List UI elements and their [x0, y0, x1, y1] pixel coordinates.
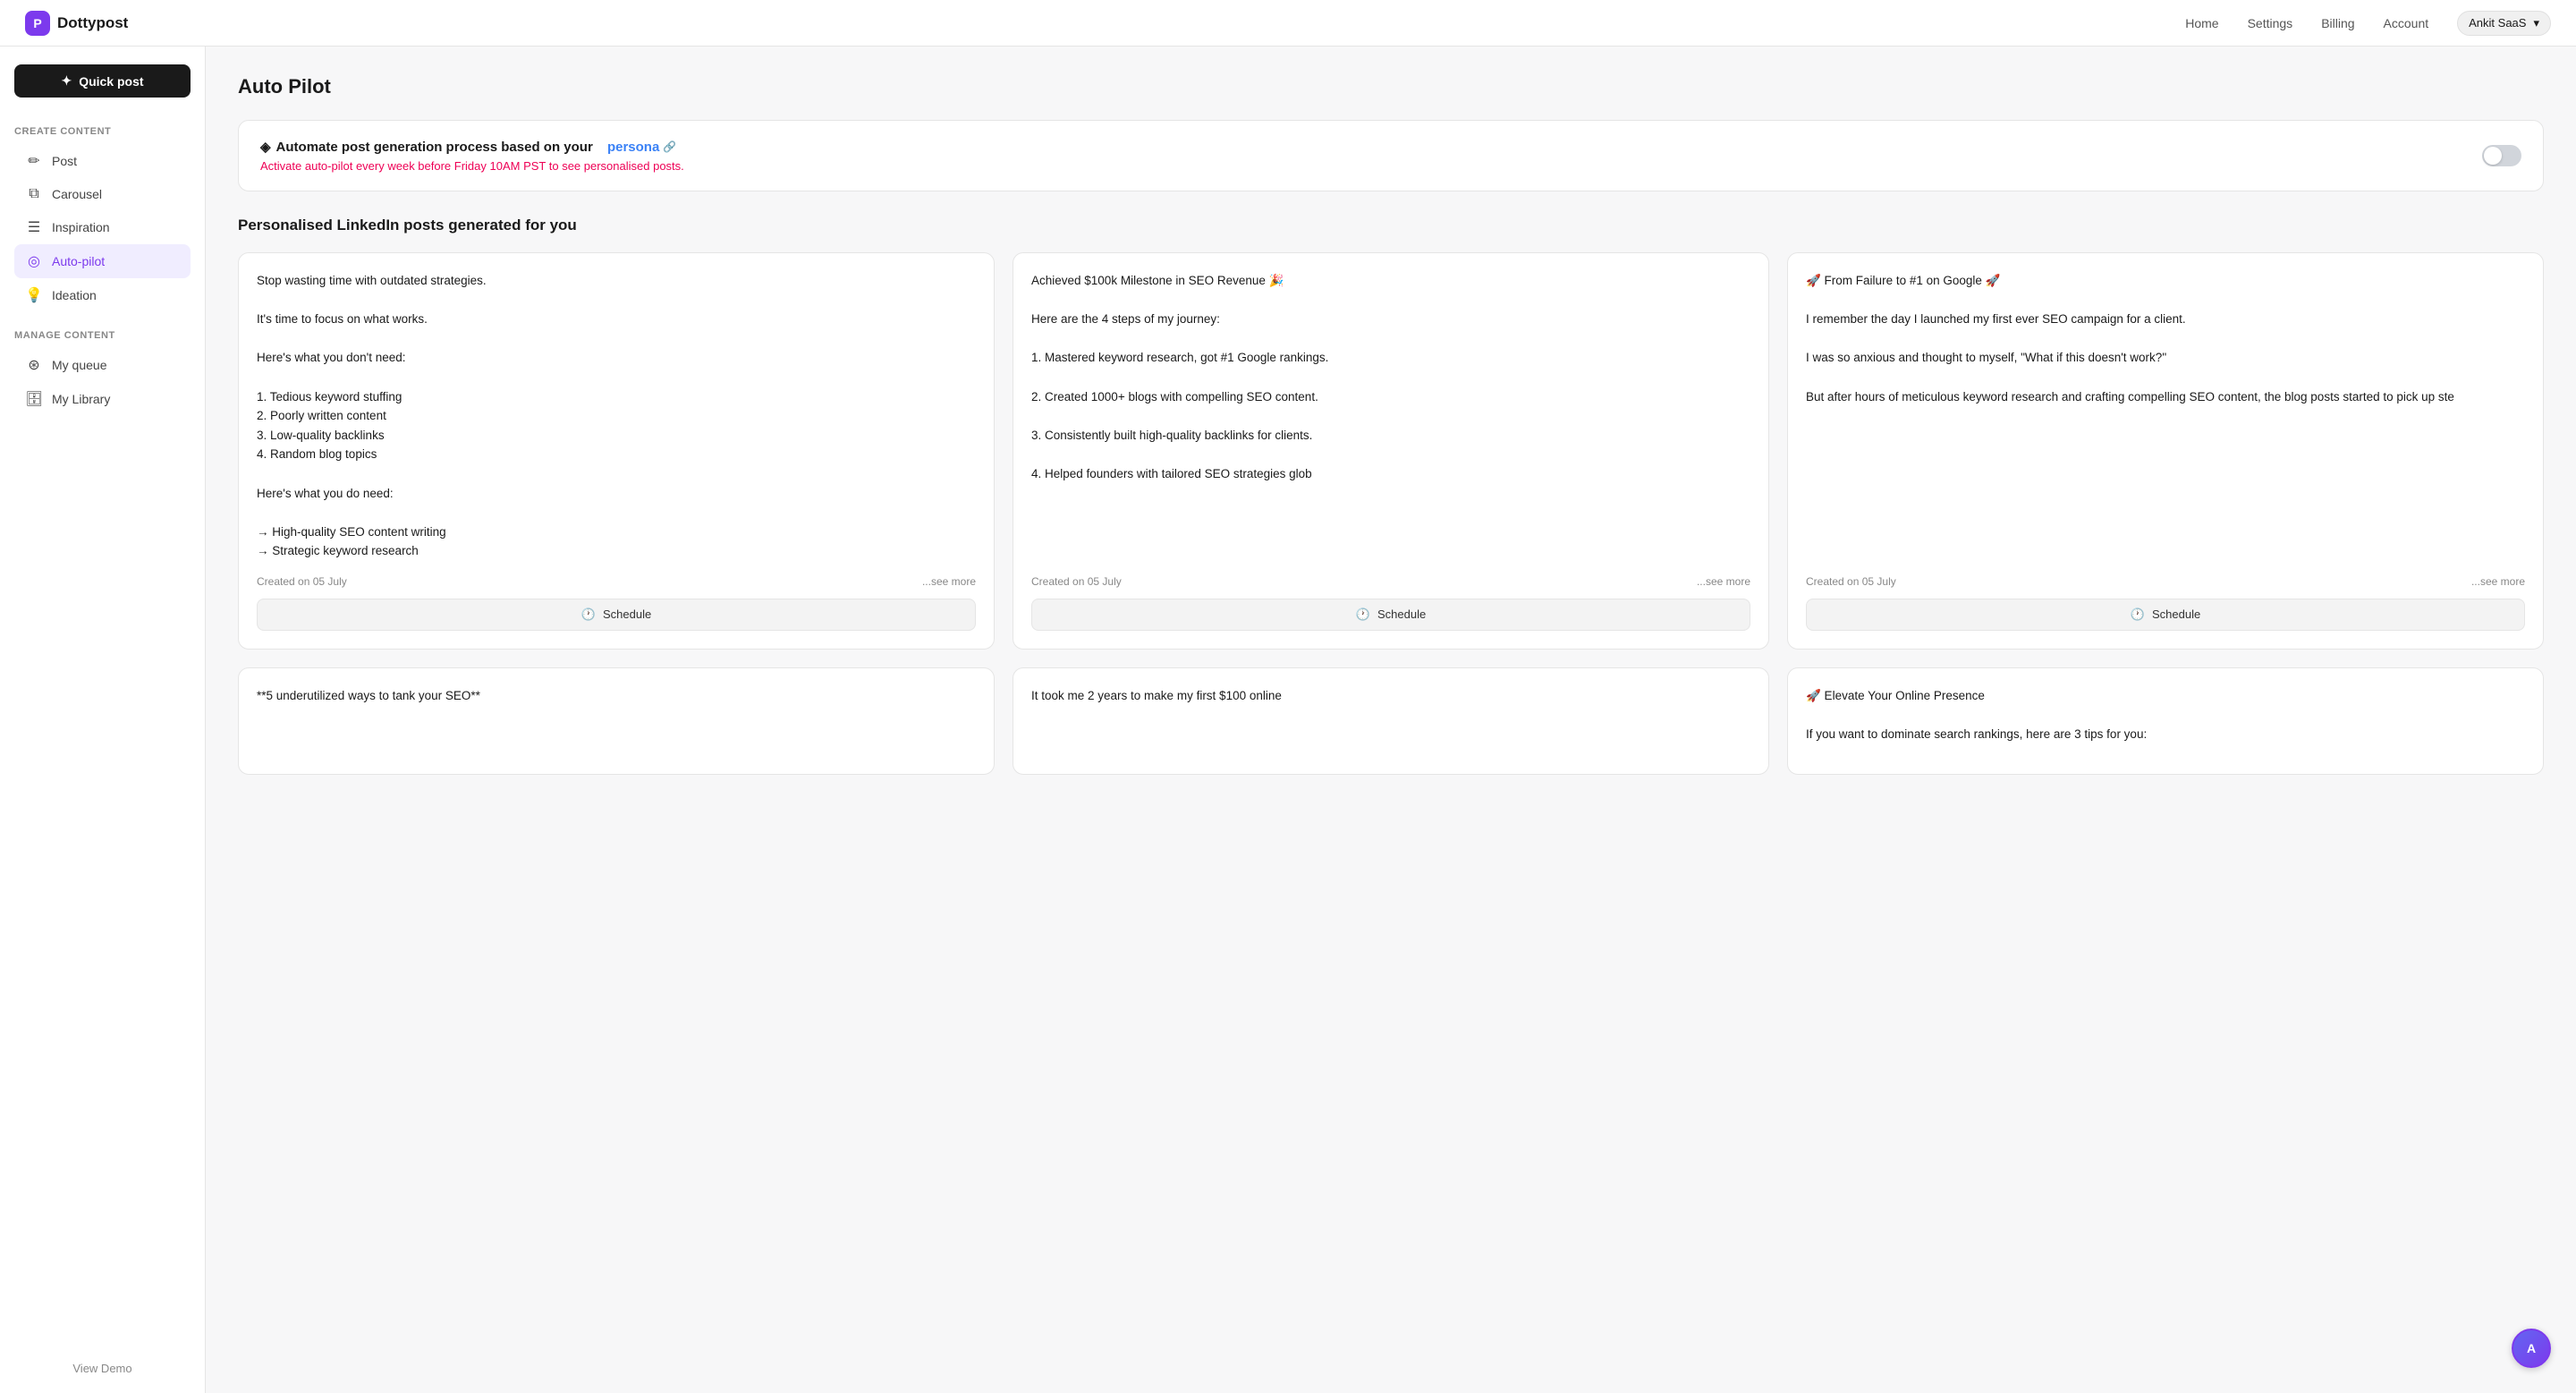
card-date: Created on 05 July: [1031, 575, 1122, 588]
main-content: Auto Pilot ◈ Automate post generation pr…: [206, 47, 2576, 1393]
schedule-button[interactable]: 🕐 Schedule: [1806, 599, 2525, 631]
avatar[interactable]: A: [2512, 1329, 2551, 1368]
see-more-link[interactable]: ...see more: [1697, 575, 1750, 588]
post-card: 🚀 Elevate Your Online Presence If you wa…: [1787, 667, 2544, 775]
card-body: 🚀 Elevate Your Online Presence If you wa…: [1806, 686, 2525, 756]
avatar-initials: A: [2527, 1341, 2536, 1355]
manage-content-label: Manage content: [14, 330, 191, 341]
card-footer: Created on 05 July ...see more 🕐 Schedul…: [1031, 575, 1750, 631]
banner-subtitle: Activate auto-pilot every week before Fr…: [260, 159, 684, 173]
library-icon: 🗄: [25, 390, 43, 408]
clock-icon: 🕐: [1356, 607, 1370, 622]
card-meta: Created on 05 July ...see more: [1031, 575, 1750, 588]
sidebar-item-library[interactable]: 🗄 My Library: [14, 382, 191, 416]
sidebar-item-autopilot[interactable]: ◎ Auto-pilot: [14, 244, 191, 278]
top-nav: Home Settings Billing Account Ankit SaaS…: [2185, 11, 2551, 36]
post-card: Stop wasting time with outdated strategi…: [238, 252, 995, 650]
nav-account[interactable]: Account: [2384, 16, 2429, 30]
sidebar-item-queue[interactable]: ⊛ My queue: [14, 348, 191, 382]
schedule-label: Schedule: [1377, 607, 1426, 621]
nav-settings[interactable]: Settings: [2248, 16, 2293, 30]
card-body: Stop wasting time with outdated strategi…: [257, 271, 976, 561]
post-card: **5 underutilized ways to tank your SEO*…: [238, 667, 995, 775]
sidebar-item-label: My Library: [52, 392, 110, 406]
card-date: Created on 05 July: [257, 575, 347, 588]
logo-text: Dottypost: [57, 14, 128, 32]
sidebar-bottom: View Demo: [14, 1361, 191, 1375]
section-heading: Personalised LinkedIn posts generated fo…: [238, 217, 2544, 234]
toggle-knob: [2484, 147, 2502, 165]
schedule-button[interactable]: 🕐 Schedule: [1031, 599, 1750, 631]
page-title: Auto Pilot: [238, 75, 2544, 98]
sidebar-item-label: My queue: [52, 358, 106, 372]
carousel-icon: ⧉: [25, 186, 43, 202]
nav-home[interactable]: Home: [2185, 16, 2218, 30]
schedule-label: Schedule: [2152, 607, 2200, 621]
card-body: **5 underutilized ways to tank your SEO*…: [257, 686, 976, 756]
clock-icon: 🕐: [581, 607, 596, 622]
card-body: Achieved $100k Milestone in SEO Revenue …: [1031, 271, 1750, 561]
sidebar-item-label: Carousel: [52, 187, 102, 201]
autopilot-banner: ◈ Automate post generation process based…: [238, 120, 2544, 191]
autopilot-toggle[interactable]: [2482, 145, 2521, 166]
quick-post-button[interactable]: ✦ Quick post: [14, 64, 191, 98]
user-name: Ankit SaaS: [2469, 16, 2526, 30]
schedule-button[interactable]: 🕐 Schedule: [257, 599, 976, 631]
inspiration-icon: ☰: [25, 218, 43, 236]
card-body: It took me 2 years to make my first $100…: [1031, 686, 1750, 756]
create-content-label: Create content: [14, 126, 191, 137]
sidebar: ✦ Quick post Create content ✏ Post ⧉ Car…: [0, 47, 206, 1393]
card-body: 🚀 From Failure to #1 on Google 🚀 I remem…: [1806, 271, 2525, 561]
queue-icon: ⊛: [25, 356, 43, 374]
card-date: Created on 05 July: [1806, 575, 1896, 588]
post-icon: ✏: [25, 152, 43, 170]
nav-billing[interactable]: Billing: [2321, 16, 2354, 30]
logo: P Dottypost: [25, 11, 128, 36]
cards-grid: Stop wasting time with outdated strategi…: [238, 252, 2544, 775]
schedule-label: Schedule: [603, 607, 651, 621]
card-footer: Created on 05 July ...see more 🕐 Schedul…: [257, 575, 976, 631]
post-card: 🚀 From Failure to #1 on Google 🚀 I remem…: [1787, 252, 2544, 650]
sparkle-icon: ✦: [61, 73, 72, 89]
user-menu-button[interactable]: Ankit SaaS ▾: [2457, 11, 2551, 36]
banner-title: ◈ Automate post generation process based…: [260, 139, 684, 155]
see-more-link[interactable]: ...see more: [922, 575, 976, 588]
logo-icon: P: [25, 11, 50, 36]
sidebar-item-label: Auto-pilot: [52, 254, 105, 268]
autopilot-icon: ◎: [25, 252, 43, 270]
sidebar-item-post[interactable]: ✏ Post: [14, 144, 191, 178]
banner-left: ◈ Automate post generation process based…: [260, 139, 684, 173]
banner-prefix: Automate post generation process based o…: [276, 140, 593, 155]
edit-icon: 🔗: [663, 140, 676, 153]
view-demo-link[interactable]: View Demo: [72, 1362, 131, 1375]
see-more-link[interactable]: ...see more: [2471, 575, 2525, 588]
sidebar-item-carousel[interactable]: ⧉ Carousel: [14, 178, 191, 210]
clock-icon: 🕐: [2131, 607, 2145, 622]
sidebar-item-label: Ideation: [52, 288, 97, 302]
ideation-icon: 💡: [25, 286, 43, 304]
persona-text: persona: [607, 140, 659, 155]
card-footer: Created on 05 July ...see more 🕐 Schedul…: [1806, 575, 2525, 631]
sidebar-item-inspiration[interactable]: ☰ Inspiration: [14, 210, 191, 244]
chevron-down-icon: ▾: [2533, 16, 2539, 30]
sidebar-item-label: Inspiration: [52, 220, 110, 234]
persona-link[interactable]: persona 🔗: [607, 140, 676, 155]
sidebar-item-ideation[interactable]: 💡 Ideation: [14, 278, 191, 312]
post-card: It took me 2 years to make my first $100…: [1013, 667, 1769, 775]
autopilot-icon: ◈: [260, 139, 271, 155]
card-meta: Created on 05 July ...see more: [1806, 575, 2525, 588]
post-card: Achieved $100k Milestone in SEO Revenue …: [1013, 252, 1769, 650]
card-meta: Created on 05 July ...see more: [257, 575, 976, 588]
sidebar-item-label: Post: [52, 154, 77, 168]
